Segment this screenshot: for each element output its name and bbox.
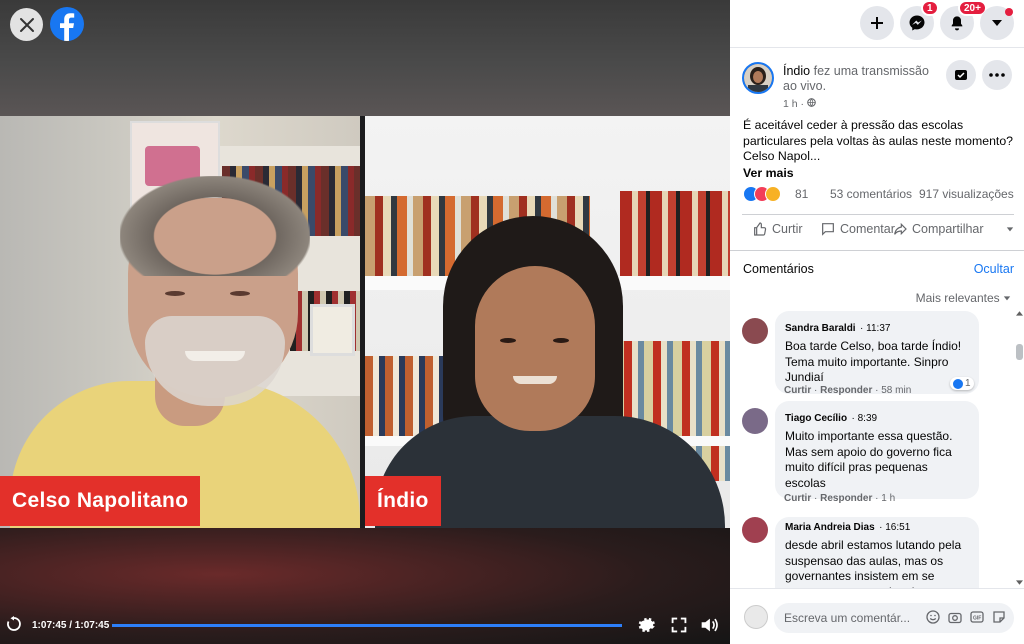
facebook-logo[interactable]: [50, 7, 84, 41]
hide-comments-link[interactable]: Ocultar: [974, 262, 1014, 276]
like-reaction-icon: [953, 378, 963, 389]
post-actions: Curtir Comentar Compartilhar: [742, 214, 1014, 248]
scrollbar-thumb[interactable]: [1016, 344, 1023, 360]
like-button[interactable]: Curtir: [752, 221, 803, 237]
live-badge-button[interactable]: [946, 60, 976, 90]
commenter-name[interactable]: Tiago Cecílio: [785, 413, 847, 424]
comment-age: 1 h: [881, 493, 896, 504]
messenger-icon: [909, 15, 925, 31]
video-time: 1:07:45 / 1:07:45: [32, 620, 110, 631]
comment-bubble: Sandra Baraldi · 11:37 Boa tarde Celso, …: [775, 311, 979, 394]
caret-down-icon: [1003, 296, 1011, 301]
views-count: 917 visualizações: [919, 187, 1014, 201]
more-options-icon: [989, 73, 1005, 77]
globe-icon: [807, 98, 816, 107]
live-video-icon: [955, 70, 967, 80]
camera-icon[interactable]: [948, 610, 962, 624]
comment-bubble: Maria Andreia Dias · 16:51 desde abril e…: [775, 517, 979, 588]
comment-time: 11:37: [866, 323, 891, 334]
post-time[interactable]: 1 h ·: [783, 98, 816, 110]
commenter-avatar[interactable]: [742, 517, 768, 543]
comment-time: 8:39: [857, 413, 878, 424]
account-alert-dot: [1005, 8, 1013, 16]
commenter-avatar[interactable]: [742, 408, 768, 434]
comment-input-tools: GIF: [926, 610, 1006, 624]
account-menu-button[interactable]: [980, 6, 1014, 40]
comment-text: Boa tarde Celso, boa tarde Índio! Tema m…: [785, 339, 962, 384]
participant-name-tag: Celso Napolitano: [0, 476, 201, 526]
bell-icon: [951, 16, 963, 31]
reactions-summary[interactable]: 81 53 comentários 917 visualizações: [743, 186, 1015, 204]
scroll-up-icon[interactable]: [1016, 310, 1023, 316]
comment-reply-link[interactable]: Responder: [820, 493, 872, 504]
comment-bubble: Tiago Cecílio · 8:39 Muito importante es…: [775, 401, 979, 499]
caret-down-icon[interactable]: [1006, 225, 1014, 233]
current-user-avatar[interactable]: [744, 605, 768, 629]
messenger-button[interactable]: 1: [900, 0, 939, 40]
settings-gear-icon[interactable]: [636, 614, 658, 636]
comment-actions: Curtir · Responder · 58 min: [784, 385, 912, 396]
comment-time: 16:51: [885, 522, 911, 533]
participant-panel-right: Índio: [365, 116, 730, 528]
post-options-button[interactable]: [982, 60, 1012, 90]
comments-scrollbar[interactable]: [1014, 310, 1024, 588]
messenger-badge: 1: [921, 0, 939, 16]
author-avatar-image: [744, 64, 772, 92]
top-navigation: 1 20+: [730, 0, 1024, 48]
commenter-avatar[interactable]: [742, 318, 768, 344]
plus-icon: [871, 17, 883, 29]
scroll-down-icon[interactable]: [1016, 580, 1023, 586]
comment-button[interactable]: Comentar: [820, 221, 895, 237]
comments-count[interactable]: 53 comentários: [830, 187, 912, 201]
notifications-button[interactable]: 20+: [940, 0, 987, 40]
see-more-link[interactable]: Ver mais: [743, 166, 794, 180]
write-comment-bar: Escreva um comentár... GIF: [730, 588, 1024, 644]
comment-bubble-icon: [822, 223, 834, 236]
video-progress-fill: [112, 624, 622, 627]
post-text: É aceitável ceder à pressão das escolas …: [743, 118, 1013, 163]
close-icon: [19, 17, 34, 32]
comments-header: Comentários Ocultar: [730, 250, 1024, 284]
comments-sort-dropdown[interactable]: Mais relevantes: [916, 291, 1011, 305]
comment-like-count[interactable]: 1: [950, 377, 974, 390]
wow-reaction-icon: [765, 186, 781, 202]
comment-item: Maria Andreia Dias · 16:51 desde abril e…: [742, 517, 1007, 588]
commenter-name[interactable]: Maria Andreia Dias: [785, 522, 875, 533]
svg-text:GIF: GIF: [973, 616, 981, 622]
video-controls: 1:07:45 / 1:07:45: [0, 604, 730, 644]
author-name[interactable]: Índio: [783, 64, 810, 78]
sticker-icon[interactable]: [992, 610, 1006, 624]
emoji-icon[interactable]: [926, 610, 940, 624]
close-button[interactable]: [10, 8, 43, 41]
author-avatar[interactable]: [742, 62, 774, 94]
thumbs-up-icon: [754, 222, 767, 236]
caret-down-icon: [992, 20, 1002, 26]
replay-icon[interactable]: [6, 616, 22, 632]
video-progress-bar[interactable]: [112, 624, 622, 627]
comment-actions: Curtir · Responder · 1 h: [784, 493, 896, 504]
comment-text: Muito importante essa questão. Mas sem a…: [785, 429, 953, 490]
fullscreen-icon[interactable]: [668, 614, 690, 636]
comments-title: Comentários: [743, 262, 814, 276]
comment-like-link[interactable]: Curtir: [784, 493, 811, 504]
create-button[interactable]: [860, 6, 894, 40]
facebook-logo-icon: [60, 13, 75, 41]
reactions-count: 81: [795, 187, 809, 201]
participant-name-tag: Índio: [365, 476, 441, 526]
comment-like-link[interactable]: Curtir: [784, 385, 811, 396]
live-video-player[interactable]: Celso Napolitano Índio 1:07:45 / 1:07:45: [0, 0, 730, 644]
participant-panel-left: Celso Napolitano: [0, 116, 360, 528]
comment-reply-link[interactable]: Responder: [820, 385, 872, 396]
comment-text: desde abril estamos lutando pela suspens…: [785, 538, 962, 588]
volume-icon[interactable]: [698, 614, 720, 636]
video-letterbox-top: [0, 0, 730, 116]
post-sidebar: 1 20+ Índio fez uma transmissão ao vivo.…: [730, 0, 1024, 644]
share-button[interactable]: Compartilhar: [892, 221, 1014, 237]
post-author-line: Índio fez uma transmissão ao vivo.: [783, 64, 943, 94]
comment-age: 58 min: [881, 385, 912, 396]
share-arrow-icon: [894, 222, 907, 236]
gif-icon[interactable]: GIF: [970, 610, 984, 624]
commenter-name[interactable]: Sandra Baraldi: [785, 323, 856, 334]
